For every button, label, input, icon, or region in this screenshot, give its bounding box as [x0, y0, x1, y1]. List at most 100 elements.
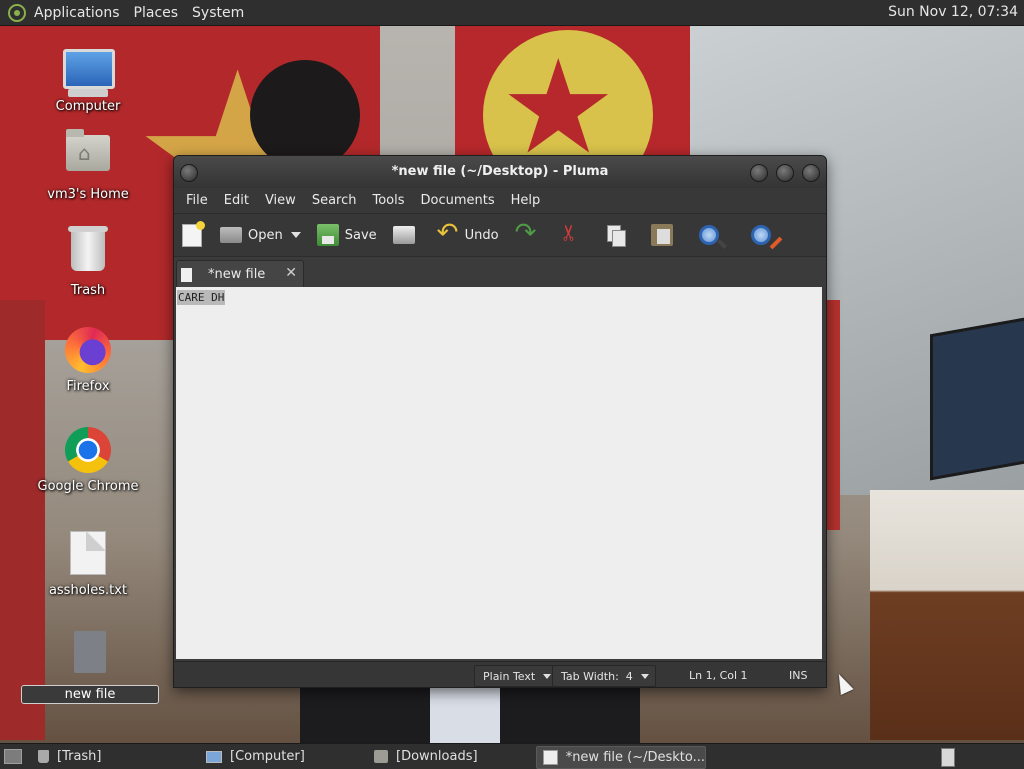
- minimize-button[interactable]: [750, 164, 768, 182]
- open-label: Open: [248, 227, 283, 243]
- desktop-icon-home[interactable]: ⌂ vm3's Home: [18, 127, 158, 202]
- undo-button[interactable]: Undo: [437, 218, 499, 251]
- chevron-down-icon: [543, 673, 552, 679]
- computer-icon: [63, 49, 115, 89]
- pluma-icon: [543, 750, 558, 765]
- applications-menu[interactable]: Applications: [34, 5, 120, 21]
- pluma-window: *new file (~/Desktop) - Pluma File Edit …: [173, 155, 827, 688]
- cut-button[interactable]: [561, 219, 589, 251]
- computer-icon: [206, 750, 222, 763]
- toolbar: Open Save Undo: [174, 213, 826, 257]
- menu-file[interactable]: File: [178, 193, 216, 208]
- trash-icon: [68, 226, 108, 271]
- paste-button[interactable]: [650, 219, 679, 251]
- firefox-icon: [65, 327, 111, 373]
- menu-help[interactable]: Help: [503, 193, 549, 208]
- print-button[interactable]: [392, 219, 421, 251]
- redo-icon: [515, 218, 537, 248]
- clock[interactable]: Sun Nov 12, 07:34: [888, 4, 1018, 20]
- language-selector[interactable]: Plain Text: [474, 665, 559, 687]
- copy-icon: [605, 224, 627, 247]
- close-button[interactable]: [802, 164, 820, 182]
- taskbar-item-computer[interactable]: [Computer]: [200, 746, 360, 767]
- chevron-down-icon: [290, 232, 301, 238]
- redo-button[interactable]: [515, 218, 543, 251]
- document-icon: [181, 267, 192, 282]
- text-editor[interactable]: CARE DH: [176, 287, 822, 659]
- text-file-icon: [70, 531, 106, 575]
- desktop-icon-chrome[interactable]: Google Chrome: [18, 427, 158, 494]
- desktop-icon-label: Computer: [55, 99, 121, 114]
- chevron-down-icon: [640, 673, 649, 679]
- menu-documents[interactable]: Documents: [413, 193, 503, 208]
- save-icon: [316, 224, 339, 246]
- insert-mode[interactable]: INS: [789, 665, 807, 685]
- open-folder-icon: [220, 227, 242, 243]
- taskbar-item-trash[interactable]: [Trash]: [32, 746, 192, 767]
- folder-icon: [374, 750, 388, 763]
- find-button[interactable]: [698, 219, 725, 251]
- undo-label: Undo: [464, 227, 499, 243]
- taskbar-label: [Trash]: [57, 749, 102, 764]
- editor-line: CARE DH: [176, 287, 822, 305]
- bottom-panel: [Trash] [Computer] [Downloads] *new file…: [0, 743, 1024, 769]
- desktop-icon-label: vm3's Home: [47, 187, 129, 202]
- taskbar-item-downloads[interactable]: [Downloads]: [368, 746, 528, 767]
- selected-text: CARE DH: [177, 290, 226, 305]
- menu-view[interactable]: View: [257, 193, 304, 208]
- menu-search[interactable]: Search: [304, 193, 365, 208]
- statusbar: Plain Text Tab Width: 4 Ln 1, Col 1 INS: [174, 661, 826, 687]
- search-icon: [698, 225, 719, 245]
- maximize-button[interactable]: [776, 164, 794, 182]
- taskbar-label: [Computer]: [230, 749, 305, 764]
- system-menu[interactable]: System: [192, 5, 244, 21]
- taskbar-item-pluma[interactable]: *new file (~/Deskto...: [536, 746, 706, 769]
- workspace-switcher[interactable]: [941, 748, 955, 767]
- desktop-icon-label: new file: [21, 685, 159, 704]
- cursor-position: Ln 1, Col 1: [689, 668, 748, 682]
- desktop-icon-computer[interactable]: Computer: [18, 47, 158, 114]
- window-titlebar[interactable]: *new file (~/Desktop) - Pluma: [174, 156, 826, 188]
- document-tabbar: *new file ✕: [174, 257, 826, 288]
- taskbar-label: *new file (~/Deskto...: [565, 750, 705, 765]
- file-icon: [74, 631, 106, 673]
- open-recent-dropdown[interactable]: [290, 219, 301, 251]
- desktop-icon-firefox[interactable]: Firefox: [18, 327, 158, 394]
- desktop-icon-text-file[interactable]: assholes.txt: [18, 527, 158, 598]
- desktop-icon-label: Firefox: [66, 379, 110, 394]
- save-label: Save: [344, 227, 377, 243]
- print-icon: [392, 226, 415, 244]
- desktop-icon-label: assholes.txt: [48, 583, 128, 598]
- replace-button[interactable]: [750, 219, 777, 251]
- trash-icon: [38, 750, 49, 763]
- save-button[interactable]: Save: [316, 219, 377, 251]
- places-menu[interactable]: Places: [134, 5, 179, 21]
- top-panel: Applications Places System Sun Nov 12, 0…: [0, 0, 1024, 26]
- home-folder-icon: ⌂: [66, 129, 110, 171]
- tab-new-file[interactable]: *new file ✕: [176, 260, 304, 288]
- tab-close-icon[interactable]: ✕: [285, 265, 297, 281]
- mate-logo-icon[interactable]: [8, 3, 26, 22]
- language-label: Plain Text: [483, 669, 536, 683]
- desktop-icon-trash[interactable]: Trash: [18, 226, 158, 298]
- chrome-icon: [65, 427, 111, 473]
- menubar: File Edit View Search Tools Documents He…: [174, 188, 826, 213]
- copy-button[interactable]: [605, 219, 633, 251]
- new-document-icon: [182, 220, 205, 247]
- open-button[interactable]: Open: [220, 219, 283, 251]
- new-button[interactable]: [182, 219, 208, 251]
- desktop-icon-label: Trash: [70, 283, 106, 298]
- taskbar-label: [Downloads]: [396, 749, 478, 764]
- menu-edit[interactable]: Edit: [216, 193, 257, 208]
- undo-icon: [437, 218, 459, 248]
- desktop-icon-label: Google Chrome: [37, 479, 139, 494]
- show-desktop-icon[interactable]: [4, 749, 22, 764]
- desktop-icon-new-file[interactable]: new file: [20, 627, 160, 704]
- window-title: *new file (~/Desktop) - Pluma: [391, 164, 609, 179]
- find-replace-icon: [750, 225, 771, 245]
- tab-width-selector[interactable]: Tab Width: 4: [552, 665, 656, 687]
- tab-label: *new file: [208, 267, 266, 282]
- menu-tools[interactable]: Tools: [364, 193, 412, 208]
- paste-icon: [650, 224, 673, 246]
- cut-icon: [561, 224, 583, 246]
